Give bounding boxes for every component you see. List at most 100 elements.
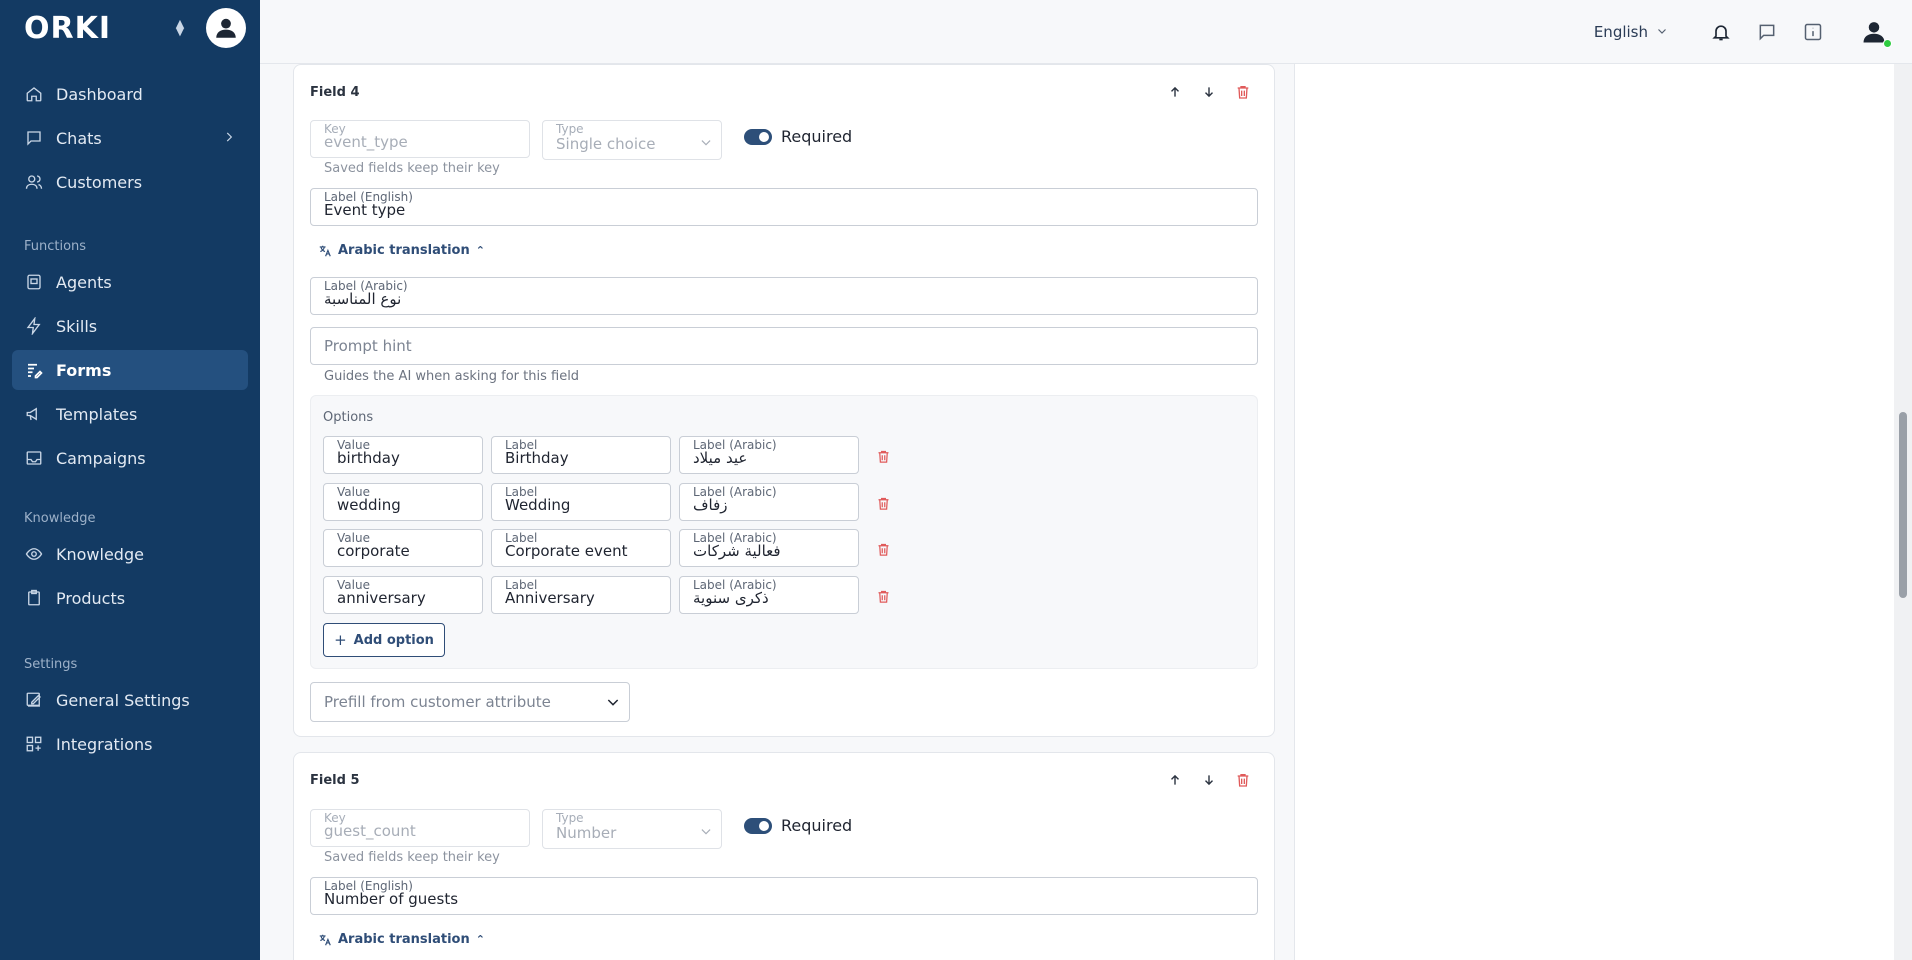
- key-helper-text: Saved fields keep their key: [324, 850, 500, 865]
- required-toggle[interactable]: Required: [744, 127, 852, 146]
- trash-icon[interactable]: [1232, 81, 1254, 103]
- sidebar-item-integrations[interactable]: Integrations: [12, 724, 248, 764]
- info-icon[interactable]: [1800, 19, 1826, 45]
- language-label: English: [1593, 23, 1648, 41]
- trash-icon[interactable]: [873, 446, 893, 466]
- toggle-track[interactable]: [744, 128, 772, 145]
- option-label: Anniversary: [505, 589, 595, 607]
- user-icon: [216, 18, 236, 38]
- sidebar-item-label: Customers: [56, 172, 143, 192]
- arrow-down-icon[interactable]: [1198, 81, 1220, 103]
- prompt-helper-text: Guides the AI when asking for this field: [324, 369, 580, 384]
- option-label-field[interactable]: Label Birthday: [491, 436, 671, 474]
- option-label-field[interactable]: Label Corporate event: [491, 529, 671, 567]
- trash-icon[interactable]: [873, 586, 893, 606]
- option-label-arabic-field[interactable]: Label (Arabic) فعالية شركات: [679, 529, 859, 567]
- chevron-right-icon[interactable]: [222, 129, 236, 148]
- eye-icon: [24, 544, 44, 564]
- user-avatar[interactable]: [1854, 12, 1894, 52]
- topbar: English: [260, 0, 1912, 64]
- arabic-translation-toggle[interactable]: Arabic translation ⌃: [318, 243, 485, 258]
- type-value: Single choice: [556, 135, 656, 153]
- prefill-attribute-select[interactable]: Prefill from customer attribute: [310, 682, 630, 722]
- add-option-label: Add option: [353, 632, 434, 648]
- arrow-up-icon[interactable]: [1164, 769, 1186, 791]
- sidebar-item-campaigns[interactable]: Campaigns: [12, 438, 248, 478]
- message-icon[interactable]: [1754, 19, 1780, 45]
- add-option-button[interactable]: + Add option: [323, 623, 445, 657]
- option-value-field[interactable]: Value corporate: [323, 529, 483, 567]
- option-value-field[interactable]: Value wedding: [323, 483, 483, 521]
- sidebar: ORKI ▲ ▼ Dashboard Chats Customers Functi…: [0, 0, 260, 960]
- form-icon: [24, 360, 44, 380]
- arrow-up-icon[interactable]: [1164, 81, 1186, 103]
- sidebar-item-general-settings[interactable]: General Settings: [12, 680, 248, 720]
- label-english-field[interactable]: Label (English) Event type: [310, 188, 1258, 226]
- option-label-field[interactable]: Label Wedding: [491, 483, 671, 521]
- logo[interactable]: ORKI: [24, 11, 170, 46]
- required-label: Required: [781, 816, 853, 835]
- edit-icon: [24, 690, 44, 710]
- field-title: Field 5: [310, 773, 360, 788]
- option-value-field[interactable]: Value anniversary: [323, 576, 483, 614]
- trash-icon[interactable]: [1232, 769, 1254, 791]
- option-label-arabic: فعالية شركات: [693, 542, 781, 560]
- toggle-track[interactable]: [744, 817, 772, 834]
- arrow-down-icon[interactable]: [1198, 769, 1220, 791]
- field-actions: [1152, 769, 1254, 791]
- workspace-avatar[interactable]: [206, 8, 246, 48]
- field-actions: [1152, 81, 1254, 103]
- sidebar-item-knowledge[interactable]: Knowledge: [12, 534, 248, 574]
- key-field: Key guest_count: [310, 809, 530, 847]
- megaphone-icon: [24, 404, 44, 424]
- bell-icon[interactable]: [1708, 19, 1734, 45]
- sidebar-item-label: Campaigns: [56, 448, 146, 468]
- sidebar-item-label: Integrations: [56, 734, 153, 754]
- required-toggle[interactable]: Required: [744, 816, 852, 835]
- options-title: Options: [323, 410, 374, 425]
- sidebar-item-label: Chats: [56, 128, 102, 148]
- language-select[interactable]: English: [1594, 23, 1668, 41]
- option-label-field[interactable]: Label Anniversary: [491, 576, 671, 614]
- workspace-switch-icon[interactable]: ▲ ▼: [170, 18, 190, 37]
- sidebar-item-dashboard[interactable]: Dashboard: [12, 74, 248, 114]
- field-title: Field 4: [310, 85, 360, 100]
- sidebar-item-forms[interactable]: Forms: [12, 350, 248, 390]
- field-card-5: Field 5 Key guest_count Type Number Requ…: [293, 752, 1275, 960]
- grid-icon: [24, 734, 44, 754]
- key-value: guest_count: [324, 822, 416, 840]
- option-label-arabic-field[interactable]: Label (Arabic) زفاف: [679, 483, 859, 521]
- label-english-field[interactable]: Label (English) Number of guests: [310, 877, 1258, 915]
- arabic-translation-toggle[interactable]: Arabic translation ⌃: [318, 932, 485, 947]
- sidebar-item-label: Agents: [56, 272, 112, 292]
- preview-pane: [1294, 64, 1894, 960]
- prompt-hint-input[interactable]: Prompt hint: [310, 327, 1258, 365]
- sidebar-item-agents[interactable]: Agents: [12, 262, 248, 302]
- page-scrollbar[interactable]: [1894, 64, 1912, 960]
- trash-icon[interactable]: [873, 539, 893, 559]
- option-value: corporate: [337, 542, 410, 560]
- chevron-down-icon: [605, 694, 621, 714]
- scrollbar-thumb[interactable]: [1899, 412, 1907, 598]
- option-value-field[interactable]: Value birthday: [323, 436, 483, 474]
- option-label-arabic-field[interactable]: Label (Arabic) عيد ميلاد: [679, 436, 859, 474]
- sidebar-item-products[interactable]: Products: [12, 578, 248, 618]
- option-label-arabic: عيد ميلاد: [693, 449, 748, 467]
- topbar-actions: English: [1594, 0, 1894, 64]
- sidebar-item-label: General Settings: [56, 690, 190, 710]
- type-label: Type: [556, 811, 584, 825]
- option-label-arabic-field[interactable]: Label (Arabic) ذكرى سنوية: [679, 576, 859, 614]
- prompt-hint-placeholder: Prompt hint: [324, 337, 412, 355]
- label-arabic-field[interactable]: Label (Arabic) نوع المناسبة: [310, 277, 1258, 315]
- trash-icon[interactable]: [873, 493, 893, 513]
- chevron-down-icon: [1656, 25, 1668, 40]
- sidebar-item-chats[interactable]: Chats: [12, 118, 248, 158]
- agent-icon: [24, 272, 44, 292]
- sidebar-item-customers[interactable]: Customers: [12, 162, 248, 202]
- sidebar-item-skills[interactable]: Skills: [12, 306, 248, 346]
- sidebar-item-label: Knowledge: [56, 544, 144, 564]
- option-value: birthday: [337, 449, 400, 467]
- chevron-down-icon: [699, 134, 713, 153]
- prefill-placeholder: Prefill from customer attribute: [324, 693, 551, 711]
- sidebar-item-templates[interactable]: Templates: [12, 394, 248, 434]
